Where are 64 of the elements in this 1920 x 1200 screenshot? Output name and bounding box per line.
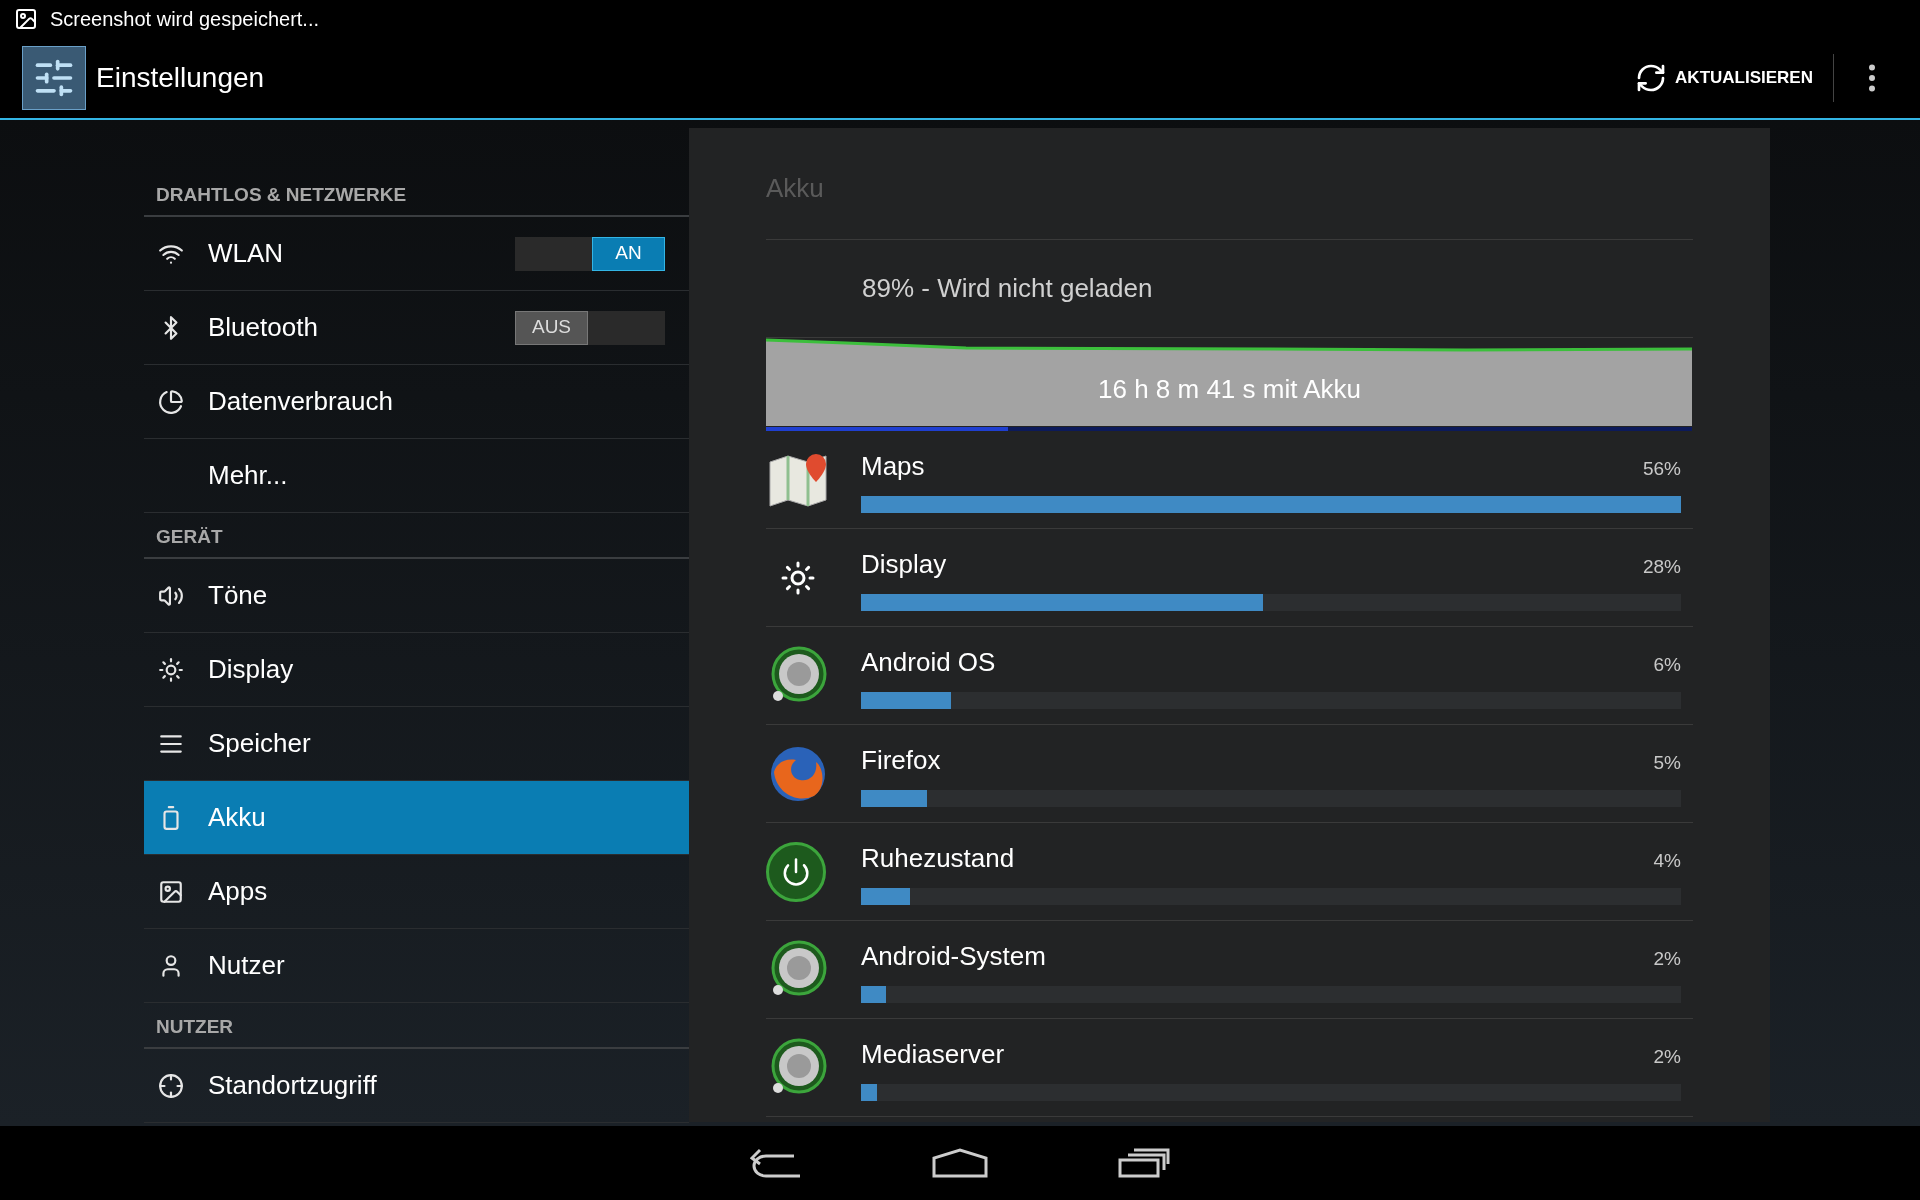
usage-row[interactable]: Firefox 5%	[766, 725, 1693, 823]
brightness-icon	[780, 559, 816, 596]
settings-item[interactable]: WLAN AN	[144, 217, 689, 291]
usage-percent: 56%	[1642, 456, 1681, 481]
app-name: Firefox	[861, 743, 942, 777]
settings-item[interactable]: Display	[144, 633, 689, 707]
usage-percent: 4%	[1653, 848, 1681, 873]
app-name: Android OS	[861, 645, 997, 679]
location-icon	[158, 1072, 184, 1099]
app-name: Android-System	[861, 939, 1047, 973]
panel-title: Akku	[766, 172, 824, 205]
toggle-switch[interactable]: AN	[515, 236, 665, 271]
back-icon[interactable]	[750, 1148, 802, 1178]
item-label: Bluetooth	[208, 311, 319, 344]
usage-percent: 2%	[1653, 946, 1681, 971]
notification-text: Screenshot wird gespeichert...	[50, 6, 320, 32]
image-icon	[14, 6, 38, 31]
item-label: Datenverbrauch	[208, 385, 394, 418]
brightness-icon	[158, 656, 184, 683]
apps-icon	[158, 878, 184, 905]
settings-item[interactable]: Töne	[144, 559, 689, 633]
pie-chart-icon	[158, 388, 184, 415]
usage-percent: 6%	[1653, 652, 1681, 677]
settings-item[interactable]: Akku	[144, 781, 689, 855]
toggle-label: AUS	[515, 310, 588, 345]
item-label: Apps	[208, 875, 269, 908]
app-name: Display	[861, 547, 948, 581]
usage-percent: 2%	[1653, 1044, 1681, 1069]
app-name: Ruhezustand	[861, 841, 1016, 875]
settings-item[interactable]: Apps	[144, 855, 689, 929]
item-label: Speicher	[208, 727, 312, 760]
settings-item[interactable]: Datenverbrauch	[144, 365, 689, 439]
app-name: Mediaserver	[861, 1037, 1006, 1071]
usage-row[interactable]: Display 28%	[766, 529, 1693, 627]
usage-row[interactable]: Maps 56%	[766, 431, 1693, 529]
usage-row[interactable]: Mediaserver 2%	[766, 1019, 1693, 1117]
item-label: Töne	[208, 579, 269, 612]
item-label: Display	[208, 653, 295, 686]
section-header: NUTZER	[156, 1014, 234, 1039]
section-header: GERÄT	[156, 524, 223, 549]
refresh-button[interactable]: AKTUALISIEREN	[1627, 47, 1821, 108]
usage-percent: 28%	[1642, 554, 1681, 579]
toggle-switch[interactable]: AUS	[515, 310, 665, 345]
settings-icon[interactable]	[22, 45, 86, 110]
item-label: Standortzugriff	[208, 1069, 378, 1102]
item-label: WLAN	[208, 237, 285, 270]
settings-item[interactable]: Standortzugriff	[144, 1049, 689, 1123]
home-icon[interactable]	[932, 1148, 988, 1178]
section-header: DRAHTLOS & NETZWERKE	[156, 182, 407, 207]
graph-label: 16 h 8 m 41 s mit Akku	[1097, 373, 1362, 406]
battery-status: 89% - Wird nicht geladen	[862, 272, 1153, 305]
item-label: Akku	[208, 801, 267, 834]
usage-row[interactable]: Android OS 6%	[766, 627, 1693, 725]
toggle-label: AN	[592, 236, 665, 271]
app-name: Maps	[861, 449, 926, 483]
settings-item[interactable]: Bluetooth AUS	[144, 291, 689, 365]
item-label: Mehr...	[208, 459, 289, 492]
usage-row[interactable]: Android-System 2%	[766, 921, 1693, 1019]
usage-row[interactable]: Ruhezustand 4%	[766, 823, 1693, 921]
settings-item[interactable]: Nutzer	[144, 929, 689, 1003]
app-title: Einstellungen	[96, 60, 265, 95]
usage-percent: 5%	[1653, 750, 1681, 775]
item-label: Nutzer	[208, 949, 286, 982]
recent-apps-icon[interactable]	[1118, 1148, 1170, 1178]
